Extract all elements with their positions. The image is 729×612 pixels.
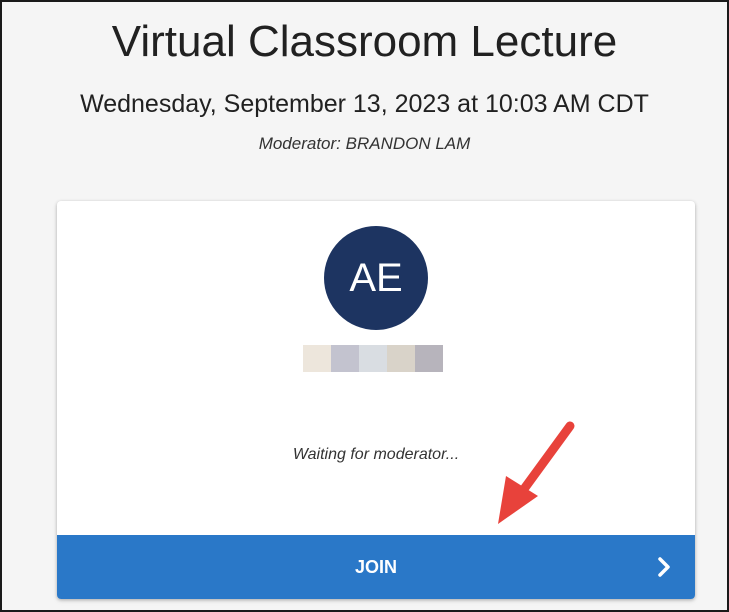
join-button-label: JOIN <box>354 556 397 577</box>
join-card: AE Waiting for moderator... JOIN <box>57 201 695 599</box>
join-button[interactable]: JOIN <box>57 535 695 599</box>
moderator-label: Moderator: BRANDON LAM <box>258 134 471 153</box>
blur-block <box>415 345 443 372</box>
waiting-status: Waiting for moderator... <box>292 446 460 463</box>
avatar-initials: AE <box>349 255 403 300</box>
blur-block <box>387 345 415 372</box>
blurred-user-name <box>303 345 443 372</box>
session-datetime: Wednesday, September 13, 2023 at 10:03 A… <box>80 90 649 118</box>
blur-block <box>359 345 387 372</box>
page-title: Virtual Classroom Lecture <box>111 17 618 66</box>
blur-block <box>303 345 331 372</box>
blur-block <box>331 345 359 372</box>
avatar: AE <box>324 226 428 330</box>
chevron-right-icon <box>658 557 670 577</box>
